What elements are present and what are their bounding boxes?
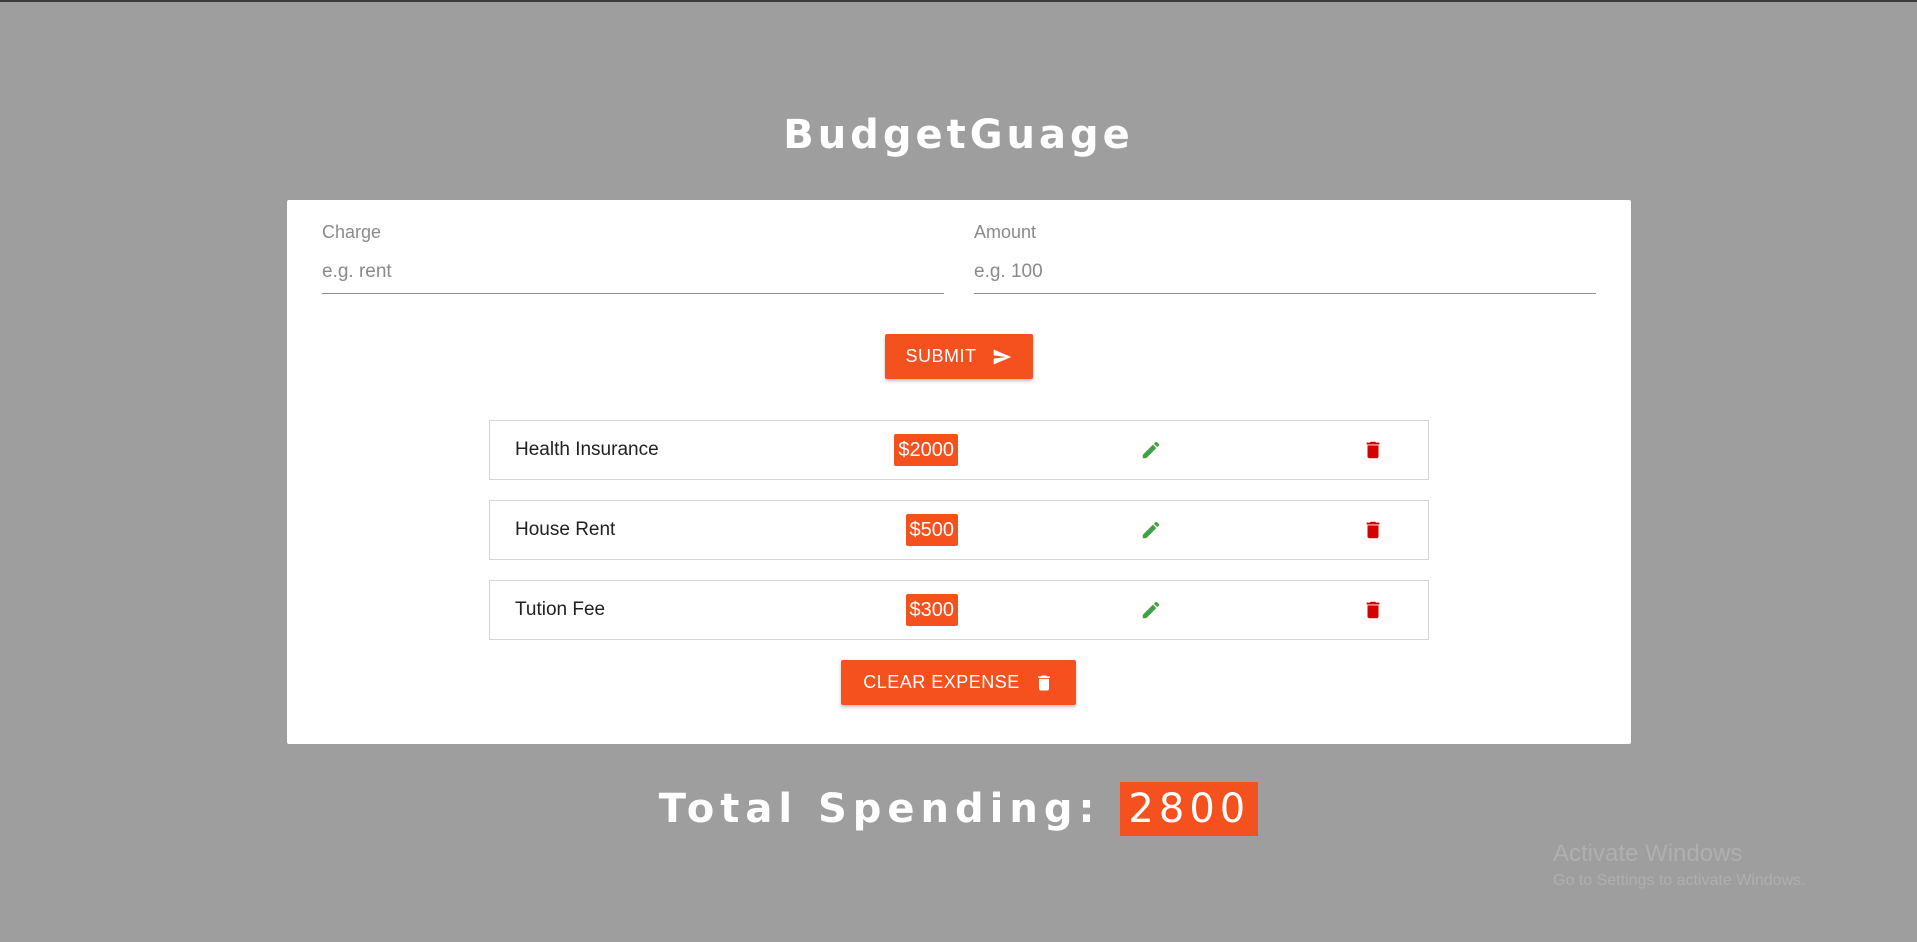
- total-spending: Total Spending: 2800: [0, 782, 1917, 836]
- watermark-subtitle: Go to Settings to activate Windows.: [1553, 872, 1806, 889]
- expense-name: Tution Fee: [515, 599, 606, 620]
- charge-field: Charge: [322, 222, 944, 294]
- charge-label: Charge: [322, 222, 382, 242]
- expense-card: Charge Amount SUBMIT Health Insurance $2…: [287, 200, 1631, 744]
- amount-input[interactable]: [974, 256, 1596, 294]
- charge-input[interactable]: [322, 256, 944, 294]
- watermark-title: Activate Windows: [1553, 840, 1743, 867]
- edit-button[interactable]: [1138, 517, 1164, 543]
- expense-amount-badge: $300: [905, 594, 958, 626]
- windows-activation-watermark: Activate Windows Go to Settings to activ…: [1553, 840, 1806, 890]
- submit-label: SUBMIT: [905, 346, 977, 366]
- submit-button[interactable]: SUBMIT: [885, 334, 1033, 379]
- expense-list: Health Insurance $2000 House Rent $500 T…: [489, 420, 1429, 660]
- trash-icon: [1366, 601, 1380, 619]
- pencil-icon: [1142, 601, 1160, 619]
- expense-name: Health Insurance: [515, 439, 659, 460]
- clear-expense-label: CLEAR EXPENSE: [863, 672, 1020, 692]
- trash-icon: [1037, 675, 1050, 690]
- amount-field: Amount: [974, 222, 1596, 294]
- total-value: 2800: [1120, 782, 1259, 836]
- list-item: Tution Fee $300: [489, 580, 1429, 640]
- edit-button[interactable]: [1138, 437, 1164, 463]
- expense-amount-badge: $2000: [894, 434, 958, 466]
- trash-icon: [1366, 441, 1380, 459]
- list-item: House Rent $500: [489, 500, 1429, 560]
- edit-button[interactable]: [1138, 597, 1164, 623]
- expense-amount-badge: $500: [905, 514, 958, 546]
- send-icon: [993, 349, 1011, 364]
- trash-icon: [1366, 521, 1380, 539]
- delete-button[interactable]: [1360, 597, 1386, 623]
- expense-name: House Rent: [515, 519, 616, 540]
- list-item: Health Insurance $2000: [489, 420, 1429, 480]
- delete-button[interactable]: [1360, 517, 1386, 543]
- amount-label: Amount: [974, 222, 1037, 242]
- app-title: BudgetGuage: [783, 112, 1134, 158]
- clear-expense-button[interactable]: CLEAR EXPENSE: [841, 660, 1076, 705]
- total-label: Total Spending:: [658, 786, 1101, 832]
- pencil-icon: [1142, 441, 1160, 459]
- delete-button[interactable]: [1360, 437, 1386, 463]
- pencil-icon: [1142, 521, 1160, 539]
- window-top-border: [0, 0, 1917, 2]
